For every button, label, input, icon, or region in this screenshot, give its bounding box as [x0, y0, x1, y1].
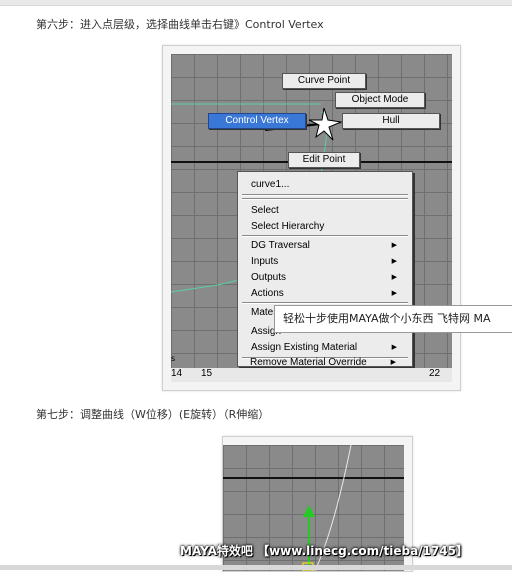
edit-point-button[interactable]: Edit Point	[288, 152, 360, 168]
menu-separator	[242, 302, 408, 304]
bottom-scrollbar[interactable]	[0, 565, 512, 570]
menu-item-curve1[interactable]: curve1...	[251, 178, 289, 192]
menu-item-label: Remove Material Override	[250, 357, 367, 368]
menu-item-label: DG Traversal	[251, 240, 310, 251]
tooltip: 轻松十步使用MAYA做个小东西 飞特网 MA	[274, 305, 512, 333]
screenshot-frame-1: Curve Point Object Mode Control Vertex H…	[162, 45, 461, 391]
menu-item-outputs[interactable]: Outputs ▶	[251, 271, 401, 285]
submenu-arrow-icon: ▶	[390, 359, 396, 366]
ruler-label-22: 22	[429, 368, 441, 379]
object-mode-button[interactable]: Object Mode	[335, 92, 425, 108]
menu-item-remove-material-override[interactable]: Remove Material Override ▶	[250, 356, 400, 368]
curve-point-button[interactable]: Curve Point	[282, 73, 366, 89]
y-axis-arrow-icon	[303, 505, 315, 517]
ruler-label-14: 14	[171, 368, 183, 379]
menu-item-actions[interactable]: Actions ▶	[251, 287, 401, 301]
menu-separator	[242, 235, 408, 237]
context-menu: curve1... Select Select Hierarchy DG Tra…	[237, 171, 413, 367]
top-border	[0, 0, 512, 6]
menu-item-select[interactable]: Select	[251, 204, 279, 218]
submenu-arrow-icon: ▶	[391, 242, 397, 249]
submenu-arrow-icon: ▶	[391, 290, 397, 297]
submenu-arrow-icon: ▶	[391, 344, 397, 351]
control-vertex-button[interactable]: Control Vertex	[208, 113, 306, 129]
step7-caption: 第七步：调整曲线（W位移）(E旋转）（R伸缩）	[36, 408, 270, 421]
menu-item-inputs[interactable]: Inputs ▶	[251, 255, 401, 269]
ruler-label-15: 15	[201, 368, 213, 379]
curve-tail	[171, 285, 212, 293]
menu-separator	[242, 198, 408, 200]
side-label: s	[171, 354, 176, 363]
submenu-arrow-icon: ▶	[391, 258, 397, 265]
menu-item-label: Assign Existing Material	[251, 342, 358, 353]
hull-button[interactable]: Hull	[342, 113, 440, 129]
step6-caption: 第六步：进入点层级，选择曲线单击右键》Control Vertex	[36, 18, 324, 31]
menu-item-label: Actions	[251, 288, 284, 299]
menu-item-dg-traversal[interactable]: DG Traversal ▶	[251, 239, 401, 253]
time-ruler[interactable]: 14 15 22	[171, 368, 452, 382]
menu-item-label: Inputs	[251, 256, 279, 267]
watermark: MAYA特效吧 【www.linecg.com/tieba/1745】	[180, 544, 469, 558]
submenu-arrow-icon: ▶	[391, 274, 397, 281]
menu-item-select-hierarchy[interactable]: Select Hierarchy	[251, 220, 324, 234]
menu-item-label: Outputs	[251, 272, 287, 283]
menu-item-assign-existing-material[interactable]: Assign Existing Material ▶	[251, 341, 401, 355]
menu-separator	[242, 194, 408, 196]
